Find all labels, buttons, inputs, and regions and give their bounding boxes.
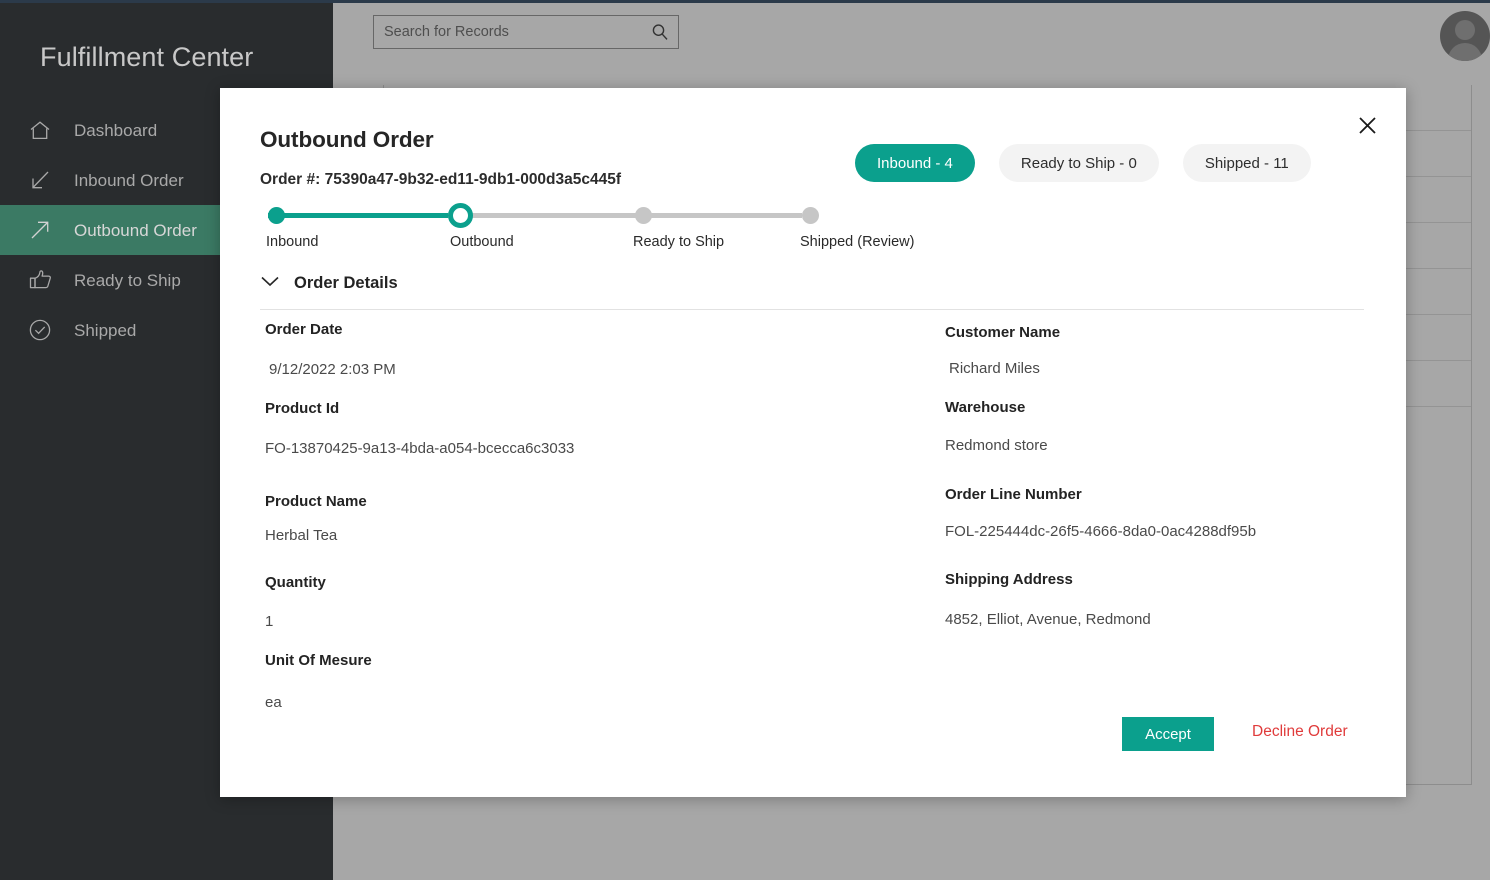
field-value-customer-name: Richard Miles bbox=[949, 360, 1040, 377]
field-label-warehouse: Warehouse bbox=[945, 399, 1026, 416]
order-progress-stepper: Inbound Outbound Ready to Ship Shipped (… bbox=[260, 196, 914, 266]
sidebar-item-label: Ready to Ship bbox=[74, 270, 181, 290]
order-number: Order #: 75390a47-9b32-ed11-9db1-000d3a5… bbox=[260, 171, 622, 188]
tab-shipped[interactable]: Shipped - 11 bbox=[1182, 144, 1311, 182]
sidebar-item-label: Outbound Order bbox=[74, 220, 197, 240]
step-dot-icon bbox=[802, 207, 819, 224]
arrow-down-left-icon bbox=[24, 166, 56, 194]
step-dot-icon bbox=[448, 203, 473, 228]
window-top-rule bbox=[0, 0, 1490, 3]
check-circle-icon bbox=[24, 316, 56, 344]
page-title: Outbound Order bbox=[260, 127, 434, 152]
field-label-product-name: Product Name bbox=[265, 493, 367, 510]
field-label-unit-of-measure: Unit Of Mesure bbox=[265, 652, 372, 669]
field-value-product-id: FO-13870425-9a13-4bda-a054-bcecca6c3033 bbox=[265, 440, 575, 457]
chevron-down-icon bbox=[260, 275, 280, 293]
section-divider bbox=[260, 309, 1364, 310]
status-tabs: Inbound - 4 Ready to Ship - 0 Shipped - … bbox=[855, 144, 1311, 182]
tab-inbound[interactable]: Inbound - 4 bbox=[855, 144, 975, 182]
tab-ready-to-ship[interactable]: Ready to Ship - 0 bbox=[998, 144, 1159, 182]
outbound-order-modal: Outbound Order Order #: 75390a47-9b32-ed… bbox=[220, 88, 1406, 797]
app-root: Fulfillment Center Dashboard bbox=[0, 0, 1490, 880]
step-dot-icon bbox=[635, 207, 652, 224]
field-value-order-line-number: FOL-225444dc-26f5-4666-8da0-0ac4288df95b bbox=[945, 523, 1257, 540]
step-dot-icon bbox=[268, 207, 285, 224]
order-details-title: Order Details bbox=[294, 274, 398, 292]
sidebar-item-label: Inbound Order bbox=[74, 170, 184, 190]
field-value-quantity: 1 bbox=[265, 613, 274, 630]
arrow-up-right-icon bbox=[24, 216, 56, 244]
close-icon[interactable] bbox=[1352, 110, 1382, 140]
order-details-toggle[interactable]: Order Details bbox=[260, 274, 398, 293]
field-label-quantity: Quantity bbox=[265, 574, 326, 591]
field-value-warehouse: Redmond store bbox=[945, 437, 1048, 454]
field-value-order-date: 9/12/2022 2:03 PM bbox=[269, 361, 396, 378]
step-label: Ready to Ship bbox=[633, 234, 725, 250]
step-label: Outbound bbox=[450, 234, 514, 250]
field-value-unit-of-measure: ea bbox=[265, 694, 282, 711]
sidebar-item-label: Dashboard bbox=[74, 120, 158, 140]
step-label: Shipped (Review) bbox=[800, 234, 915, 250]
sidebar-item-label: Shipped bbox=[74, 320, 137, 340]
field-label-shipping-address: Shipping Address bbox=[945, 571, 1073, 588]
app-brand-title: Fulfillment Center bbox=[40, 42, 254, 72]
field-label-order-line-number: Order Line Number bbox=[945, 486, 1082, 503]
field-label-order-date: Order Date bbox=[265, 321, 343, 338]
field-label-product-id: Product Id bbox=[265, 400, 340, 417]
field-label-customer-name: Customer Name bbox=[945, 324, 1061, 341]
step-label: Inbound bbox=[266, 234, 319, 250]
stepper-track-completed bbox=[268, 213, 448, 218]
field-value-product-name: Herbal Tea bbox=[265, 527, 338, 544]
field-value-shipping-address: 4852, Elliot, Avenue, Redmond bbox=[945, 611, 1151, 628]
home-icon bbox=[24, 116, 56, 144]
thumbs-up-icon bbox=[24, 266, 56, 294]
decline-order-button[interactable]: Decline Order bbox=[1250, 717, 1350, 747]
accept-button[interactable]: Accept bbox=[1122, 717, 1214, 751]
